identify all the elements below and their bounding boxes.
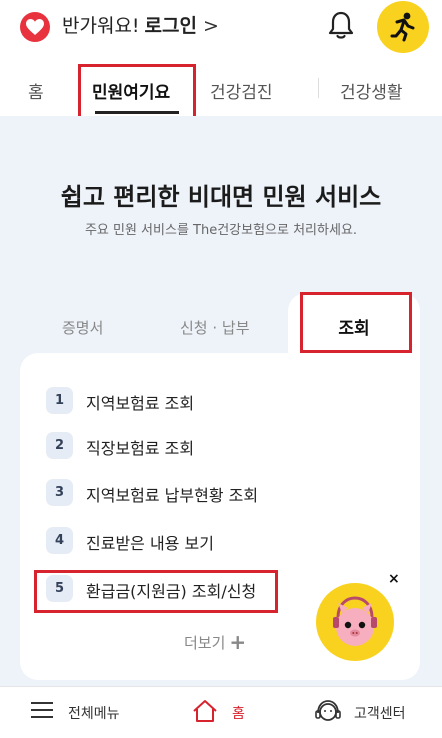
highlight-box-subtab xyxy=(300,292,412,353)
plus-icon: + xyxy=(229,630,247,654)
bottom-nav: 전체메뉴 홈 고객센터 xyxy=(0,686,442,738)
item-number-badge: 4 xyxy=(46,527,73,554)
headset-icon xyxy=(315,700,341,721)
tab-home[interactable]: 홈 xyxy=(28,78,44,103)
service-list-card: 1 지역보험료 조회 2 직장보험료 조회 3 지역보험료 납부현황 조회 4 … xyxy=(20,353,420,680)
tab-divider xyxy=(318,78,319,98)
nav-all-menu-label: 전체메뉴 xyxy=(68,706,120,722)
nav-customer-center[interactable]: 고객센터 xyxy=(314,697,424,727)
subtab-certificate[interactable]: 증명서 xyxy=(62,317,103,338)
highlight-box-item xyxy=(34,570,278,613)
app-header: 반가워요! 로그인 > xyxy=(0,0,442,54)
greeting-text: 반가워요! xyxy=(62,15,140,37)
item-label: 지역보험료 납부현황 조회 xyxy=(86,486,259,505)
hero-subtitle: 주요 민원 서비스를 The건강보험으로 처리하세요. xyxy=(84,223,358,238)
item-label: 직장보험료 조회 xyxy=(86,439,195,458)
nav-customer-center-label: 고객센터 xyxy=(354,706,406,722)
more-button[interactable]: 더보기 + xyxy=(184,630,246,654)
mascot-icon[interactable] xyxy=(316,583,394,661)
hamburger-icon xyxy=(31,702,53,718)
item-number-badge: 1 xyxy=(46,387,73,414)
heart-logo-icon[interactable] xyxy=(20,12,50,42)
item-label: 지역보험료 조회 xyxy=(86,394,195,413)
login-label: 로그인 xyxy=(144,15,197,37)
subtab-apply-pay[interactable]: 신청 · 납부 xyxy=(180,317,250,338)
tab-checkup[interactable]: 건강검진 xyxy=(210,78,273,103)
nav-all-menu[interactable]: 전체메뉴 xyxy=(30,697,130,727)
home-icon xyxy=(193,700,217,722)
runner-icon[interactable] xyxy=(377,1,429,53)
nav-home[interactable]: 홈 xyxy=(192,697,252,727)
tab-healthlife[interactable]: 건강생활 xyxy=(340,78,403,103)
nav-home-label: 홈 xyxy=(232,706,245,722)
login-link[interactable]: 반가워요! 로그인 > xyxy=(62,11,219,38)
item-number-badge: 3 xyxy=(46,479,73,506)
close-icon[interactable]: × xyxy=(388,571,400,587)
chevron-right-icon: > xyxy=(203,15,219,37)
more-label: 더보기 xyxy=(184,634,226,652)
hero-title: 쉽고 편리한 비대면 민원 서비스 xyxy=(60,183,382,211)
item-number-badge: 2 xyxy=(46,432,73,459)
item-label: 진료받은 내용 보기 xyxy=(86,534,214,553)
bell-icon[interactable] xyxy=(327,10,355,40)
top-tab-bar: 홈 민원여기요 건강검진 건강생활 xyxy=(0,64,442,116)
